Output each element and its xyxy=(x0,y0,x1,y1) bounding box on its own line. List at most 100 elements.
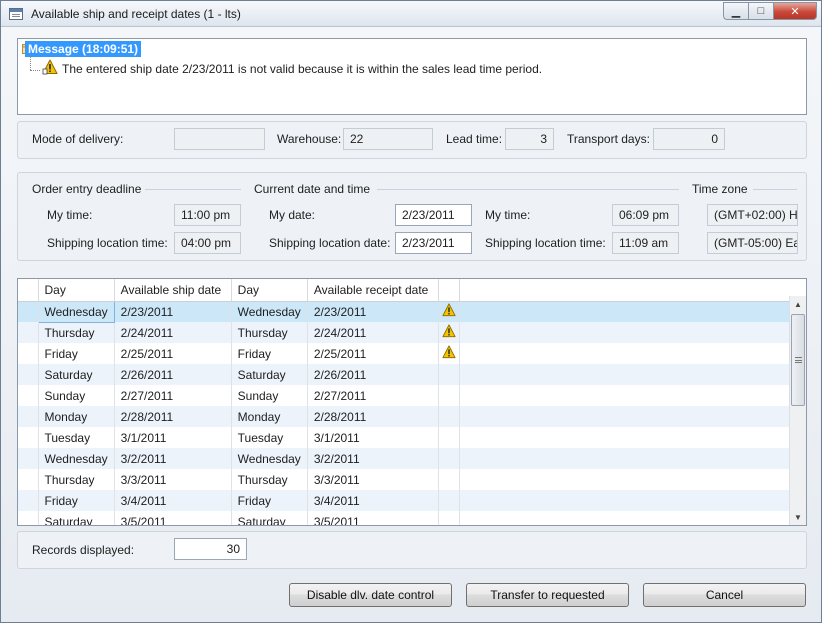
ship-date-cell[interactable]: 2/25/2011 xyxy=(114,343,232,364)
row-selector[interactable] xyxy=(18,427,39,448)
receipt-day-cell[interactable]: Friday xyxy=(231,490,308,511)
receipt-day-cell[interactable]: Tuesday xyxy=(231,427,308,448)
transfer-to-requested-button[interactable]: Transfer to requested xyxy=(466,583,629,607)
row-selector[interactable] xyxy=(18,469,39,490)
ship-date-cell[interactable]: 2/28/2011 xyxy=(114,406,232,427)
ship-loc-date-input[interactable]: 2/23/2011 xyxy=(395,232,472,254)
row-selector[interactable] xyxy=(18,511,39,525)
ship-day-cell[interactable]: Thursday xyxy=(38,469,115,490)
ship-date-cell[interactable]: 2/26/2011 xyxy=(114,364,232,385)
receipt-date-cell[interactable]: 2/28/2011 xyxy=(307,406,439,427)
row-selector[interactable] xyxy=(18,385,39,406)
table-row[interactable]: Sunday 2/27/2011 Sunday 2/27/2011 xyxy=(18,385,800,406)
receipt-date-cell[interactable]: 2/27/2011 xyxy=(307,385,439,406)
col-header-receipt-date[interactable]: Available receipt date xyxy=(307,279,439,302)
receipt-day-cell[interactable]: Wednesday xyxy=(231,448,308,469)
table-row[interactable]: Wednesday 2/23/2011 Wednesday 2/23/2011 xyxy=(18,300,800,323)
warning-cell[interactable] xyxy=(438,469,460,490)
receipt-date-cell[interactable]: 2/25/2011 xyxy=(307,343,439,364)
receipt-date-cell[interactable]: 2/26/2011 xyxy=(307,364,439,385)
ship-day-cell[interactable]: Thursday xyxy=(38,322,115,343)
warning-cell[interactable] xyxy=(438,490,460,511)
row-selector[interactable] xyxy=(18,364,39,385)
receipt-day-cell[interactable]: Monday xyxy=(231,406,308,427)
ship-date-cell[interactable]: 3/5/2011 xyxy=(114,511,232,525)
message-text[interactable]: The entered ship date 2/23/2011 is not v… xyxy=(62,62,542,76)
disable-delivery-date-control-button[interactable]: Disable dlv. date control xyxy=(289,583,452,607)
row-selector[interactable] xyxy=(18,406,39,427)
warning-cell[interactable] xyxy=(438,511,460,525)
table-row[interactable]: Friday 2/25/2011 Friday 2/25/2011 xyxy=(18,343,800,364)
receipt-day-cell[interactable]: Saturday xyxy=(231,511,308,525)
scroll-down-icon[interactable]: ▼ xyxy=(790,509,806,525)
col-header-receipt-day[interactable]: Day xyxy=(231,279,308,302)
receipt-date-cell[interactable]: 3/4/2011 xyxy=(307,490,439,511)
title-bar[interactable]: Available ship and receipt dates (1 - lt… xyxy=(1,1,821,27)
ship-day-cell[interactable]: Sunday xyxy=(38,385,115,406)
receipt-date-cell[interactable]: 3/3/2011 xyxy=(307,469,439,490)
col-header-ship-date[interactable]: Available ship date xyxy=(114,279,232,302)
minimize-button[interactable]: ▁ xyxy=(723,2,749,20)
table-row[interactable]: Friday 3/4/2011 Friday 3/4/2011 xyxy=(18,490,800,511)
receipt-day-cell[interactable]: Thursday xyxy=(231,322,308,343)
row-selector[interactable] xyxy=(18,301,39,322)
ship-day-cell[interactable]: Wednesday xyxy=(38,448,115,469)
scroll-thumb[interactable] xyxy=(791,314,805,406)
scroll-up-icon[interactable]: ▲ xyxy=(790,296,806,312)
table-row[interactable]: Saturday 3/5/2011 Saturday 3/5/2011 xyxy=(18,511,800,525)
dates-grid[interactable]: Day Available ship date Day Available re… xyxy=(17,278,807,526)
warning-cell[interactable] xyxy=(438,406,460,427)
receipt-day-cell[interactable]: Wednesday xyxy=(231,301,308,322)
table-row[interactable]: Thursday 3/3/2011 Thursday 3/3/2011 xyxy=(18,469,800,490)
close-button[interactable]: ✕ xyxy=(773,2,817,20)
receipt-day-cell[interactable]: Thursday xyxy=(231,469,308,490)
ship-date-cell[interactable]: 3/2/2011 xyxy=(114,448,232,469)
ship-day-cell[interactable]: Wednesday xyxy=(37,300,115,323)
warning-cell[interactable] xyxy=(438,301,460,322)
warning-cell[interactable] xyxy=(438,448,460,469)
message-header[interactable]: Message (18:09:51) xyxy=(25,41,142,57)
warning-cell[interactable] xyxy=(438,385,460,406)
row-selector[interactable] xyxy=(18,343,39,364)
row-selector-header[interactable] xyxy=(18,279,39,302)
ship-day-cell[interactable]: Saturday xyxy=(38,364,115,385)
ship-date-cell[interactable]: 2/27/2011 xyxy=(114,385,232,406)
records-displayed-input[interactable]: 30 xyxy=(174,538,247,560)
ship-day-cell[interactable]: Saturday xyxy=(38,511,115,525)
receipt-day-cell[interactable]: Friday xyxy=(231,343,308,364)
row-selector[interactable] xyxy=(18,490,39,511)
table-row[interactable]: Monday 2/28/2011 Monday 2/28/2011 xyxy=(18,406,800,427)
table-row[interactable]: Thursday 2/24/2011 Thursday 2/24/2011 xyxy=(18,322,800,343)
ship-day-cell[interactable]: Friday xyxy=(38,343,115,364)
cancel-button[interactable]: Cancel xyxy=(643,583,806,607)
receipt-date-cell[interactable]: 3/5/2011 xyxy=(307,511,439,525)
warning-cell[interactable] xyxy=(438,427,460,448)
receipt-date-cell[interactable]: 2/24/2011 xyxy=(307,322,439,343)
row-selector[interactable] xyxy=(18,322,39,343)
ship-day-cell[interactable]: Friday xyxy=(38,490,115,511)
ship-date-cell[interactable]: 2/24/2011 xyxy=(114,322,232,343)
col-header-warning[interactable] xyxy=(438,279,460,302)
row-selector[interactable] xyxy=(18,448,39,469)
table-row[interactable]: Saturday 2/26/2011 Saturday 2/26/2011 xyxy=(18,364,800,385)
receipt-date-cell[interactable]: 2/23/2011 xyxy=(307,301,439,322)
warning-cell[interactable] xyxy=(438,322,460,343)
warning-cell[interactable] xyxy=(438,343,460,364)
table-row[interactable]: Tuesday 3/1/2011 Tuesday 3/1/2011 xyxy=(18,427,800,448)
receipt-day-cell[interactable]: Sunday xyxy=(231,385,308,406)
ship-date-cell[interactable]: 3/4/2011 xyxy=(114,490,232,511)
maximize-button[interactable]: □ xyxy=(748,2,774,20)
ship-day-cell[interactable]: Tuesday xyxy=(38,427,115,448)
warning-cell[interactable] xyxy=(438,364,460,385)
receipt-date-cell[interactable]: 3/2/2011 xyxy=(307,448,439,469)
my-date-input[interactable]: 2/23/2011 xyxy=(395,204,472,226)
ship-date-cell[interactable]: 3/3/2011 xyxy=(114,469,232,490)
ship-day-cell[interactable]: Monday xyxy=(38,406,115,427)
vertical-scrollbar[interactable]: ▲ ▼ xyxy=(789,296,806,525)
ship-date-cell[interactable]: 2/23/2011 xyxy=(114,301,232,322)
receipt-date-cell[interactable]: 3/1/2011 xyxy=(307,427,439,448)
col-header-day[interactable]: Day xyxy=(38,279,115,302)
ship-date-cell[interactable]: 3/1/2011 xyxy=(114,427,232,448)
receipt-day-cell[interactable]: Saturday xyxy=(231,364,308,385)
table-row[interactable]: Wednesday 3/2/2011 Wednesday 3/2/2011 xyxy=(18,448,800,469)
